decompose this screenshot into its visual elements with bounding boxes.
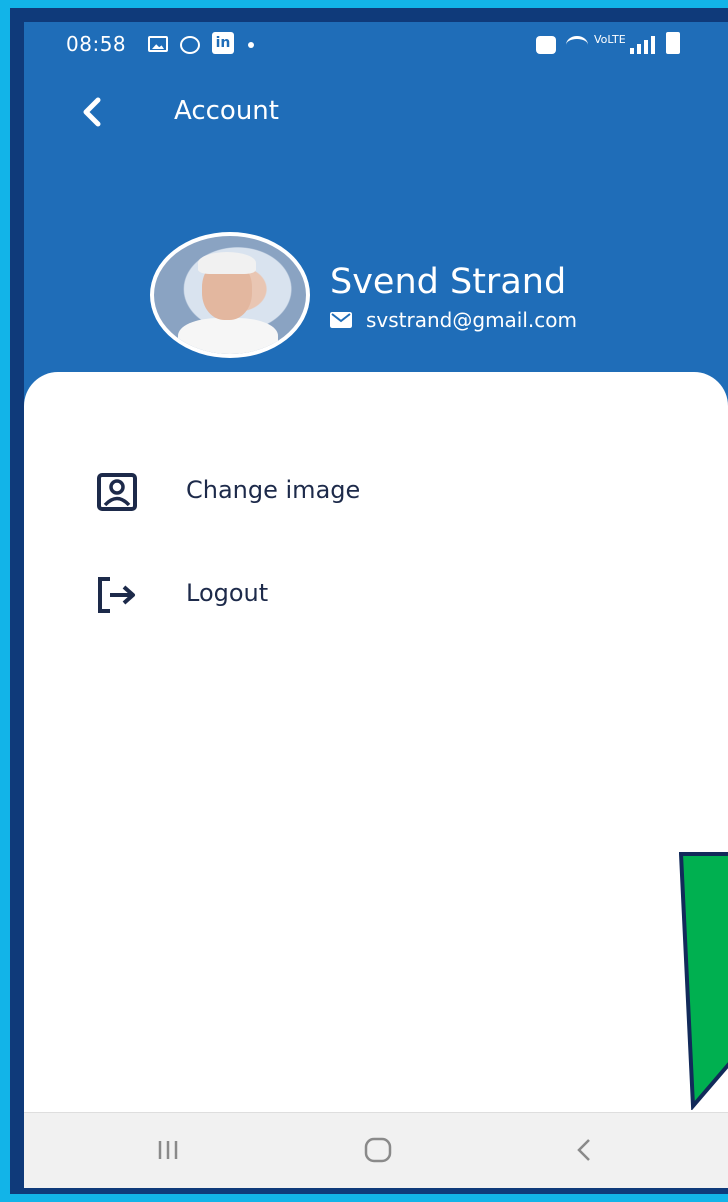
nav-back-button[interactable]: [554, 1127, 614, 1173]
back-button[interactable]: [74, 92, 114, 132]
account-header: 08:58 in VoLTE Account Svend Strand svst…: [24, 22, 728, 422]
user-name: Svend Strand: [330, 262, 567, 302]
messenger-icon: [180, 36, 200, 54]
avatar-shirt: [178, 318, 278, 354]
avatar: [150, 232, 310, 358]
signal-icon: [630, 36, 656, 54]
mail-icon: [330, 312, 352, 328]
home-icon: [364, 1137, 392, 1163]
linkedin-icon: in: [212, 32, 234, 54]
user-email: svstrand@gmail.com: [366, 308, 577, 332]
android-nav-bar: [24, 1112, 728, 1188]
annotation-arrow: [679, 852, 728, 1110]
gallery-icon: [148, 36, 168, 52]
avatar-hair: [198, 252, 256, 274]
status-time: 08:58: [66, 32, 127, 56]
camera-icon: [536, 36, 556, 54]
home-button[interactable]: [348, 1127, 408, 1173]
logout-label: Logout: [186, 579, 269, 607]
volte-icon: VoLTE: [594, 33, 626, 46]
change-image-item[interactable]: Change image: [84, 462, 664, 522]
logout-item[interactable]: Logout: [84, 565, 664, 625]
logout-icon: [98, 577, 135, 613]
portrait-icon: [97, 473, 137, 511]
phone-frame: 08:58 in VoLTE Account Svend Strand svst…: [10, 8, 728, 1194]
recents-icon: [158, 1141, 178, 1159]
status-bar: 08:58 in VoLTE: [24, 22, 728, 72]
back-chevron-icon: [577, 1139, 590, 1161]
battery-icon: [666, 32, 680, 54]
app-screen: 08:58 in VoLTE Account Svend Strand svst…: [24, 22, 728, 1188]
chevron-left-icon: [83, 97, 101, 127]
notification-dot-icon: [248, 42, 254, 48]
page-title: Account: [174, 96, 279, 126]
wifi-icon: [566, 36, 588, 54]
menu-sheet: Change image Logout: [24, 372, 728, 1112]
recents-button[interactable]: [138, 1127, 198, 1173]
change-image-label: Change image: [186, 476, 361, 504]
